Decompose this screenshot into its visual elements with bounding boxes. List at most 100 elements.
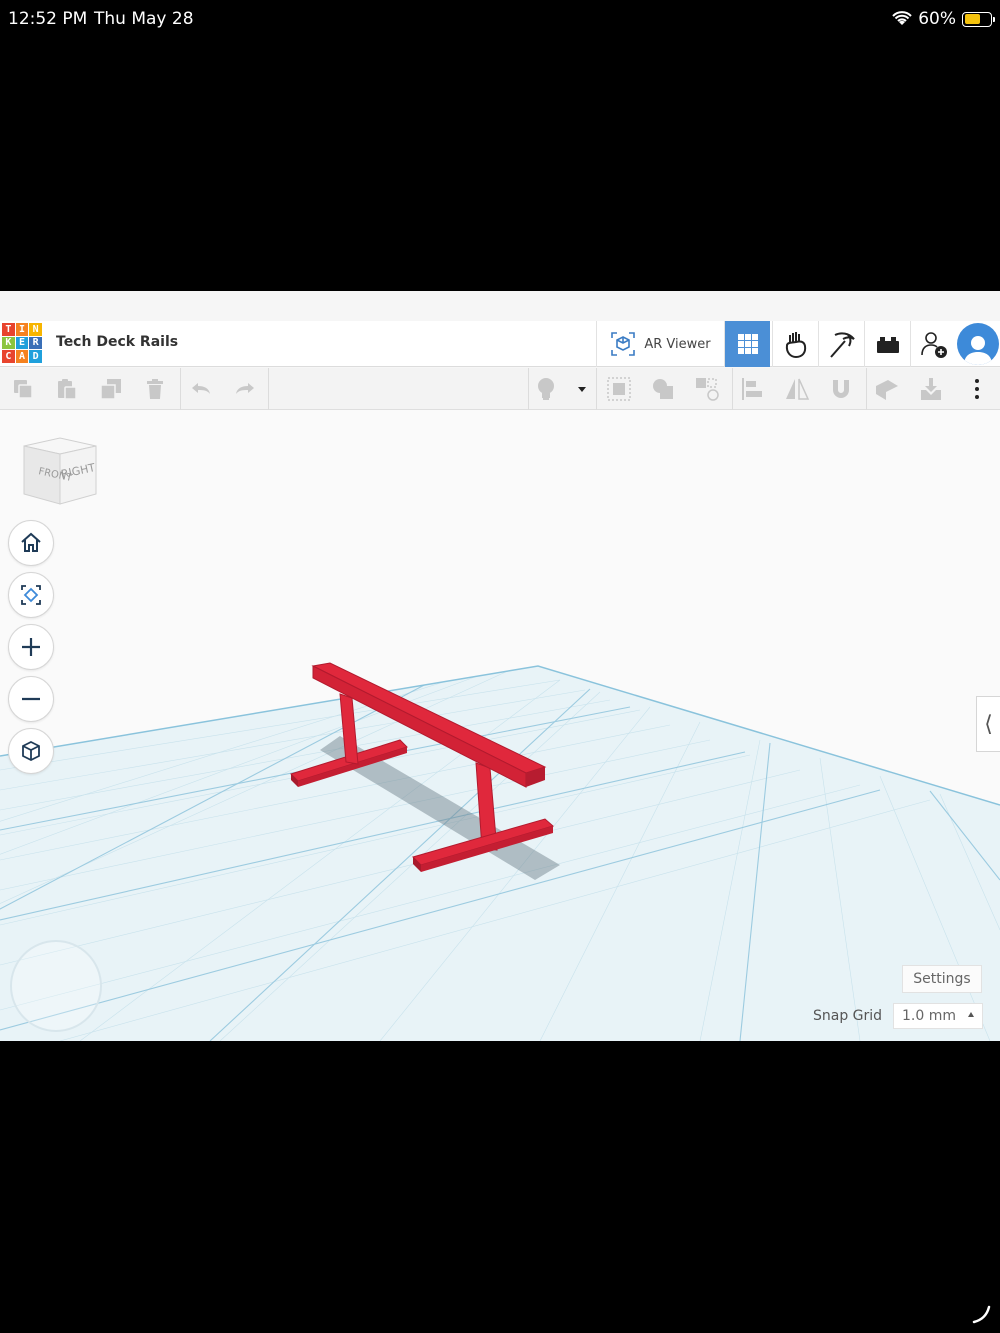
status-right: 60% [892, 9, 995, 29]
chevron-left-icon: ⟨ [984, 711, 993, 737]
toolbar-divider [180, 368, 181, 410]
ungroup-button[interactable] [650, 376, 676, 402]
home-view-button[interactable] [8, 520, 54, 566]
workplane-viewport[interactable]: FRONT RIGHT ⟨ Settings Snap Grid 1.0 mm [0, 410, 1000, 1041]
logo-letter: A [15, 350, 29, 363]
fit-view-button[interactable] [8, 572, 54, 618]
orbit-joystick[interactable] [10, 940, 102, 1032]
export-icon [876, 380, 898, 400]
cruise-button[interactable] [828, 376, 854, 402]
redo-icon [236, 383, 254, 394]
group-button[interactable] [606, 376, 632, 402]
snap-grid-select[interactable]: 1.0 mm [893, 1003, 983, 1029]
cube-outline-icon [22, 740, 40, 762]
toolbar-divider [866, 368, 867, 410]
align-button[interactable] [740, 376, 766, 402]
toolbar-divider [596, 368, 597, 410]
wifi-icon [892, 11, 912, 25]
trash-icon [147, 379, 163, 399]
undo-button[interactable] [188, 376, 214, 402]
view-cube[interactable]: FRONT RIGHT [20, 432, 100, 512]
more-options-button[interactable] [964, 376, 990, 402]
user-avatar-icon [964, 336, 992, 365]
caret-down-icon [578, 387, 586, 392]
lego-brick-icon [876, 337, 899, 353]
logo-letter: R [29, 336, 42, 350]
tinkercad-logo[interactable]: TIN KER CAD [2, 323, 42, 363]
align-icon [742, 378, 762, 400]
copy-button[interactable] [10, 376, 36, 402]
snap-grid-value: 1.0 mm [902, 1008, 956, 1024]
toolbar-divider [732, 368, 733, 410]
magnet-icon [833, 380, 849, 398]
tinkercad-app: TIN KER CAD Tech Deck Rails AR Viewer FRON… [0, 291, 1000, 1041]
mirror-button[interactable] [784, 376, 810, 402]
settings-button[interactable]: Settings [902, 965, 982, 993]
invite-user-button[interactable] [910, 321, 956, 367]
duplicate-button[interactable] [98, 376, 124, 402]
mirror-icon [786, 378, 810, 400]
status-time: 12:52 PM [8, 9, 88, 29]
logo-letter: D [29, 350, 42, 363]
user-profile-button[interactable] [956, 321, 1000, 367]
toolbar-divider [528, 368, 529, 410]
import-icon [921, 378, 941, 400]
ar-cube-icon [611, 332, 636, 356]
paste-icon [58, 379, 77, 400]
battery-fill [964, 14, 980, 24]
logo-letter: T [2, 323, 15, 336]
hole-solid-icon [696, 378, 719, 401]
3d-design-view-button[interactable] [724, 321, 770, 367]
grid-icon [737, 334, 758, 354]
import-button[interactable] [918, 376, 944, 402]
export-button[interactable] [874, 376, 900, 402]
copy-icon [14, 380, 33, 399]
lightbulb-icon [538, 378, 554, 400]
avatar [957, 323, 999, 365]
zoom-out-button[interactable] [8, 676, 54, 722]
home-icon [21, 532, 41, 552]
notes-button[interactable] [533, 376, 559, 402]
more-vertical-icon [975, 379, 979, 399]
snap-grid-label: Snap Grid [813, 1008, 883, 1024]
minus-icon [22, 697, 40, 701]
undo-icon [192, 383, 210, 394]
bricks-view-button[interactable] [818, 321, 864, 367]
status-date: Thu May 28 [94, 9, 194, 29]
paste-button[interactable] [54, 376, 80, 402]
ar-viewer-label: AR Viewer [644, 336, 711, 352]
fit-icon [21, 585, 41, 605]
plus-icon [22, 638, 40, 656]
top-bar: TIN KER CAD Tech Deck Rails AR Viewer [0, 321, 1000, 367]
logo-letter: I [15, 323, 29, 336]
delete-button[interactable] [142, 376, 168, 402]
zoom-in-button[interactable] [8, 624, 54, 670]
edit-toolbar [0, 368, 1000, 410]
notes-dropdown[interactable] [569, 376, 595, 402]
ungroup-icon [653, 379, 673, 399]
redo-button[interactable] [232, 376, 258, 402]
logo-letter: E [15, 336, 29, 350]
corner-indicator-icon [972, 1305, 991, 1324]
shapes-panel-toggle[interactable]: ⟨ [976, 696, 1000, 752]
brick-view-button[interactable] [864, 321, 910, 367]
ios-status-bar: 12:52 PM Thu May 28 60% [0, 0, 1000, 40]
hands-icon [785, 332, 806, 359]
logo-letter: C [2, 350, 15, 363]
projection-toggle-button[interactable] [8, 728, 54, 774]
add-user-icon [920, 332, 947, 358]
logo-letter: N [29, 323, 42, 336]
top-bar-actions: AR Viewer [596, 321, 1000, 367]
toolbar-divider [268, 368, 269, 410]
battery-icon [962, 11, 995, 27]
logo-letter: K [2, 336, 15, 350]
group-icon [607, 377, 631, 401]
blocks-view-button[interactable] [772, 321, 818, 367]
pickaxe-icon [829, 332, 855, 358]
design-title[interactable]: Tech Deck Rails [56, 334, 178, 350]
caret-up-icon [968, 1012, 974, 1017]
ar-viewer-button[interactable]: AR Viewer [596, 321, 722, 367]
workplane-scene [0, 662, 1000, 1041]
hole-button[interactable] [694, 376, 720, 402]
battery-percent: 60% [918, 9, 956, 29]
